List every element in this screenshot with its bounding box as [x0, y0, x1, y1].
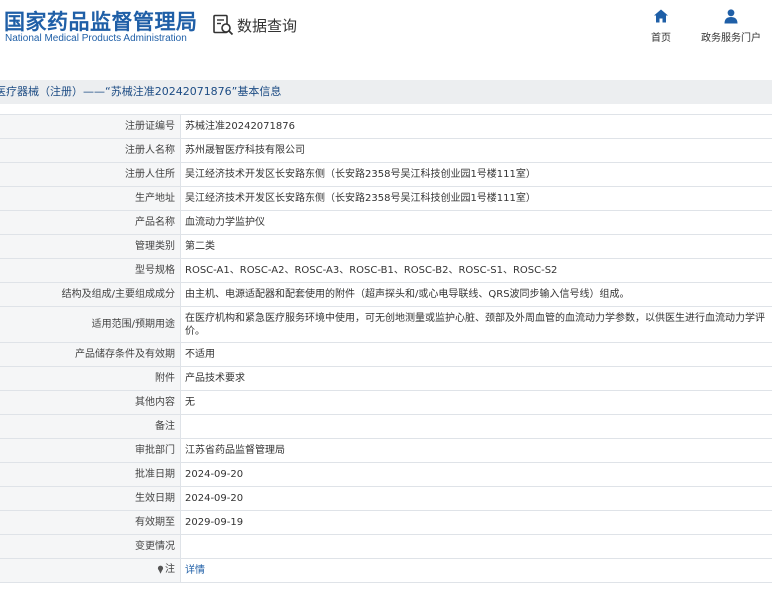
field-value: 吴江经济技术开发区长安路东侧（长安路2358号吴江科技创业园1号楼111室） — [180, 186, 772, 211]
field-label: 批准日期 — [0, 462, 181, 487]
field-label: 产品名称 — [0, 210, 181, 235]
field-value: 在医疗机构和紧急医疗服务环境中使用，可无创地测量或监护心脏、颈部及外周血管的血流… — [180, 306, 772, 343]
table-row: 生效日期 2024-09-20 — [0, 486, 772, 511]
table-row: 注册人名称 苏州晟智医疗科技有限公司 — [0, 138, 772, 163]
field-value: 无 — [180, 390, 772, 415]
nav-service-portal[interactable]: 政务服务门户 — [698, 8, 764, 44]
field-value: 血流动力学监护仪 — [180, 210, 772, 235]
field-value — [180, 534, 772, 559]
field-label: 生效日期 — [0, 486, 181, 511]
site-header: 国家药品监督管理局 National Medical Products Admi… — [0, 0, 772, 66]
table-row: 其他内容无 — [0, 390, 772, 415]
note-value-cell: 详情 — [180, 558, 772, 583]
nav-service-label: 政务服务门户 — [701, 33, 761, 44]
data-query-label: 数据查询 — [237, 16, 298, 35]
note-label: 注 — [165, 564, 175, 575]
field-label: 注册人名称 — [0, 138, 181, 163]
field-value: 吴江经济技术开发区长安路东侧（长安路2358号吴江科技创业园1号楼111室） — [180, 162, 772, 187]
field-label: 有效期至 — [0, 510, 181, 535]
field-label: 附件 — [0, 366, 181, 391]
field-value: 苏械注准20242071876 — [180, 114, 772, 139]
field-label: 管理类别 — [0, 234, 181, 259]
table-row: 产品储存条件及有效期 不适用 — [0, 342, 772, 367]
field-label: 产品储存条件及有效期 — [0, 342, 181, 367]
field-label: 型号规格 — [0, 258, 181, 283]
field-label: 备注 — [0, 414, 181, 439]
field-value: 第二类 — [180, 234, 772, 259]
field-value: 2029-09-19 — [180, 510, 772, 535]
table-row: 附件 产品技术要求 — [0, 366, 772, 391]
field-value: 产品技术要求 — [180, 366, 772, 391]
field-label: 生产地址 — [0, 186, 181, 211]
table-row: 有效期至 2029-09-19 — [0, 510, 772, 535]
field-value — [180, 414, 772, 439]
table-row: 审批部门 江苏省药品监督管理局 — [0, 438, 772, 463]
table-row: 型号规格 ROSC-A1、ROSC-A2、ROSC-A3、ROSC-B1、ROSC… — [0, 258, 772, 283]
data-query-link[interactable]: 数据查询 — [212, 14, 297, 36]
note-label-cell: 注 — [0, 558, 181, 583]
table-row: 注册证编号 苏械注准20242071876 — [0, 114, 772, 139]
table-row: 批准日期 2024-09-20 — [0, 462, 772, 487]
table-row-note: 注详情 — [0, 558, 772, 583]
table-row: 变更情况 — [0, 534, 772, 559]
field-value: ROSC-A1、ROSC-A2、ROSC-A3、ROSC-B1、ROSC-B2、… — [180, 258, 772, 283]
field-value: 2024-09-20 — [180, 462, 772, 487]
user-icon — [724, 9, 738, 24]
field-value: 2024-09-20 — [180, 486, 772, 511]
field-value: 由主机、电源适配器和配套使用的附件（超声探头和/或心电导联线、QRS波同步输入信… — [180, 282, 772, 307]
logo-subtitle: National Medical Products Administration — [5, 33, 187, 44]
field-value: 不适用 — [180, 342, 772, 367]
field-value: 江苏省药品监督管理局 — [180, 438, 772, 463]
field-label: 注册人住所 — [0, 162, 181, 187]
table-row: 注册人住所 吴江经济技术开发区长安路东侧（长安路2358号吴江科技创业园1号楼11… — [0, 162, 772, 187]
logo-title[interactable]: 国家药品监督管理局 — [4, 6, 198, 36]
breadcrumb: 医疗器械（注册）——“苏械注准20242071876”基本信息 — [0, 80, 772, 104]
table-row: 生产地址 吴江经济技术开发区长安路东侧（长安路2358号吴江科技创业园1号楼111… — [0, 186, 772, 211]
table-row: 管理类别 第二类 — [0, 234, 772, 259]
data-search-icon — [213, 14, 234, 36]
field-label: 结构及组成/主要组成成分 — [0, 282, 181, 307]
registration-info-table: 注册证编号 苏械注准20242071876 注册人名称 苏州晟智医疗科技有限公司 注册人… — [0, 114, 772, 583]
nav-home-label: 首页 — [651, 33, 671, 44]
detail-link[interactable]: 详情 — [185, 565, 205, 576]
home-icon — [654, 9, 668, 23]
field-label: 注册证编号 — [0, 114, 181, 139]
pin-icon — [157, 565, 164, 574]
table-row: 产品名称 血流动力学监护仪 — [0, 210, 772, 235]
field-label: 变更情况 — [0, 534, 181, 559]
table-row: 备注 — [0, 414, 772, 439]
field-label: 审批部门 — [0, 438, 181, 463]
field-value: 苏州晟智医疗科技有限公司 — [180, 138, 772, 163]
breadcrumb-text: 医疗器械（注册）——“苏械注准20242071876”基本信息 — [0, 85, 282, 98]
table-row: 结构及组成/主要组成成分 由主机、电源适配器和配套使用的附件（超声探头和/或心电导… — [0, 282, 772, 307]
nav-home[interactable]: 首页 — [646, 8, 676, 44]
field-label: 其他内容 — [0, 390, 181, 415]
table-row: 适用范围/预期用途 在医疗机构和紧急医疗服务环境中使用，可无创地测量或监护心脏、颈… — [0, 306, 772, 343]
field-label: 适用范围/预期用途 — [0, 306, 181, 343]
